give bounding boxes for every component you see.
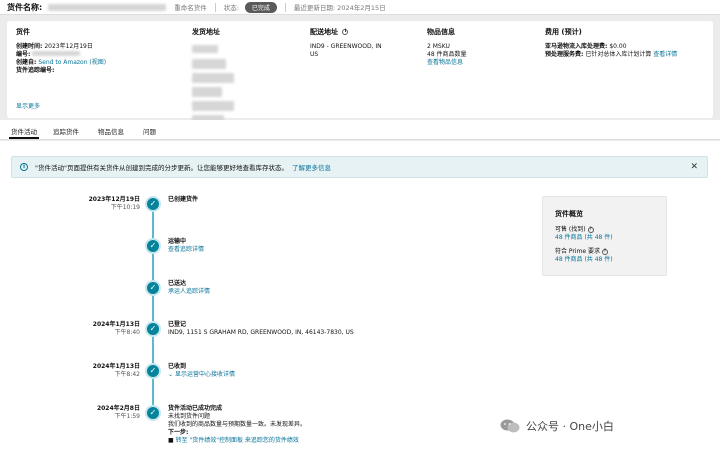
check-icon: ✓ xyxy=(145,363,161,379)
created-by-link[interactable]: Send to Amazon (视图) xyxy=(38,59,106,66)
bullet-icon: ■ xyxy=(168,437,174,444)
fee-details-link[interactable]: 查看详情 xyxy=(653,51,677,58)
help-icon[interactable]: ? xyxy=(587,226,594,233)
shipment-summary-panel: 货件概览 可售 (找到)? 48 件商品 (共 48 件) 符合 Prime 要… xyxy=(542,196,667,276)
event-3: 已送达 承运人追踪详情 xyxy=(168,280,211,296)
rename-link[interactable]: 重命名货件 xyxy=(174,2,207,12)
ship-to-column: 配送地址 i IND9 - GREENWOOD, IN US xyxy=(310,27,382,59)
created-by-label: 创建自: xyxy=(16,59,37,66)
event-4: 已登记 IND9, 1151 S GRAHAM RD, GREENWOOD, IN… xyxy=(168,321,354,336)
status-badge: 已完成 xyxy=(244,1,277,13)
contents-column: 物品信息 2 MSKU 48 件商品数量 查看物品信息 xyxy=(427,27,467,67)
last-updated: 最近更新日期: 2024年2月15日 xyxy=(293,4,386,12)
help-icon[interactable]: ? xyxy=(602,248,608,255)
learn-more-link[interactable]: 了解更多信息 xyxy=(292,162,331,172)
banner-text: "货件活动"页面提供有关货件从创建到完成的分步更新。让您能够更好地查看库存状态。 xyxy=(35,164,288,172)
wechat-icon xyxy=(500,419,520,433)
check-icon: ✓ xyxy=(145,238,161,254)
status-label: 状态: xyxy=(223,4,239,12)
check-icon: ✓ xyxy=(145,321,161,337)
shipment-heading: 货件 xyxy=(16,28,30,36)
ship-to-line2: US xyxy=(310,51,319,58)
created-value: 2023年12月19日 xyxy=(44,43,93,50)
event-4-timestamp: 2024年1月13日 下午8:40 xyxy=(92,321,140,336)
watermark-text: 公众号 · One小白 xyxy=(526,420,614,433)
event-6-timestamp: 2024年2月8日 下午1:59 xyxy=(96,405,140,420)
show-more-link[interactable]: 显示更多 xyxy=(16,103,40,111)
info-icon: i xyxy=(20,163,28,171)
ship-to-line1: IND9 - GREENWOOD, IN xyxy=(310,43,382,50)
close-icon[interactable]: ✕ xyxy=(690,162,698,172)
fee1-value: $0.00 xyxy=(609,43,627,50)
info-banner: i "货件活动"页面提供有关货件从创建到完成的分步更新。让您能够更好地查看库存状… xyxy=(11,156,708,178)
tab-contents[interactable]: 物品信息 xyxy=(98,126,124,136)
tab-issues[interactable]: 问题 xyxy=(143,126,156,136)
msku-count: 2 MSKU xyxy=(427,43,450,50)
event-6: 货件活动已成功完成 未找到货件问题 我们收到的商品数量与预期数量一致。未发现差异… xyxy=(168,405,307,444)
redacted-shipment-name xyxy=(48,3,167,11)
carrier-tracking-link[interactable]: 承运人追踪详情 xyxy=(168,288,210,296)
tracking-details-link[interactable]: 查看追踪详情 xyxy=(168,246,204,254)
event-2: 运输中 查看追踪详情 xyxy=(168,238,205,254)
ship-to-heading: 配送地址 xyxy=(310,28,338,36)
unit-count: 48 件商品数量 xyxy=(427,51,467,58)
ship-from-column: 发货地址 xyxy=(192,27,234,125)
ship-from-heading: 发货地址 xyxy=(192,28,220,36)
fee2-value: 已针对总体入库计划计算 xyxy=(585,51,652,58)
timeline-line xyxy=(152,204,154,414)
receiving-details-link[interactable]: 显示运营中心接收详情 xyxy=(175,371,235,378)
tab-shipment-activity[interactable]: 货件活动 xyxy=(9,126,39,139)
prime-label: 符合 Prime 要求 xyxy=(555,248,600,255)
available-label: 可售 (找到) xyxy=(555,226,586,233)
tab-bar: 货件活动 追踪货件 物品信息 问题 xyxy=(0,120,720,140)
number-label: 编号: xyxy=(16,51,31,58)
info-icon[interactable]: i xyxy=(342,29,349,35)
event-5-timestamp: 2024年1月13日 下午8:42 xyxy=(92,363,140,378)
shipment-info-card: 货件 创建时间: 2023年12月19日 编号: 创建自: Send to Am… xyxy=(7,21,713,125)
shipment-performance-link[interactable]: 转至 "货件绩效"控制面板 来追踪您的货件绩效 xyxy=(176,437,299,444)
shipment-column: 货件 创建时间: 2023年12月19日 编号: 创建自: Send to Am… xyxy=(16,27,106,110)
top-bar: 货件名称: 重命名货件 状态: 已完成 最近更新日期: 2024年2月15日 xyxy=(0,0,720,15)
available-value[interactable]: 48 件商品 (共 48 件) xyxy=(555,234,654,242)
chevron-down-icon: ⌄ xyxy=(168,371,174,378)
watermark: 公众号 · One小白 xyxy=(500,418,614,434)
check-icon: ✓ xyxy=(145,280,161,296)
created-label: 创建时间: xyxy=(16,43,43,50)
event-5: 已收到 ⌄ 显示运营中心接收详情 xyxy=(168,363,235,378)
event-1-timestamp: 2023年12月19日 下午10:19 xyxy=(88,196,140,211)
fee1-label: 亚马逊物流入库处理费: xyxy=(545,43,608,50)
tab-track-shipment[interactable]: 追踪货件 xyxy=(53,126,79,136)
tracking-label: 货件追踪编号: xyxy=(16,67,55,74)
fees-column: 费用 (预计) 亚马逊物流入库处理费: $0.00 预处理服务费: 已针对总体入… xyxy=(545,27,677,59)
check-icon: ✓ xyxy=(145,196,161,212)
shipment-name-label: 货件名称: xyxy=(7,2,43,12)
prime-value[interactable]: 48 件商品 (共 48 件) xyxy=(555,256,654,264)
summary-title: 货件概览 xyxy=(555,210,583,218)
event-1: 已创建货件 xyxy=(168,196,199,203)
contents-heading: 物品信息 xyxy=(427,28,455,36)
check-icon: ✓ xyxy=(145,405,161,421)
fees-heading: 费用 (预计) xyxy=(545,28,582,36)
view-contents-link[interactable]: 查看物品信息 xyxy=(427,59,467,67)
fee2-label: 预处理服务费: xyxy=(545,51,584,58)
